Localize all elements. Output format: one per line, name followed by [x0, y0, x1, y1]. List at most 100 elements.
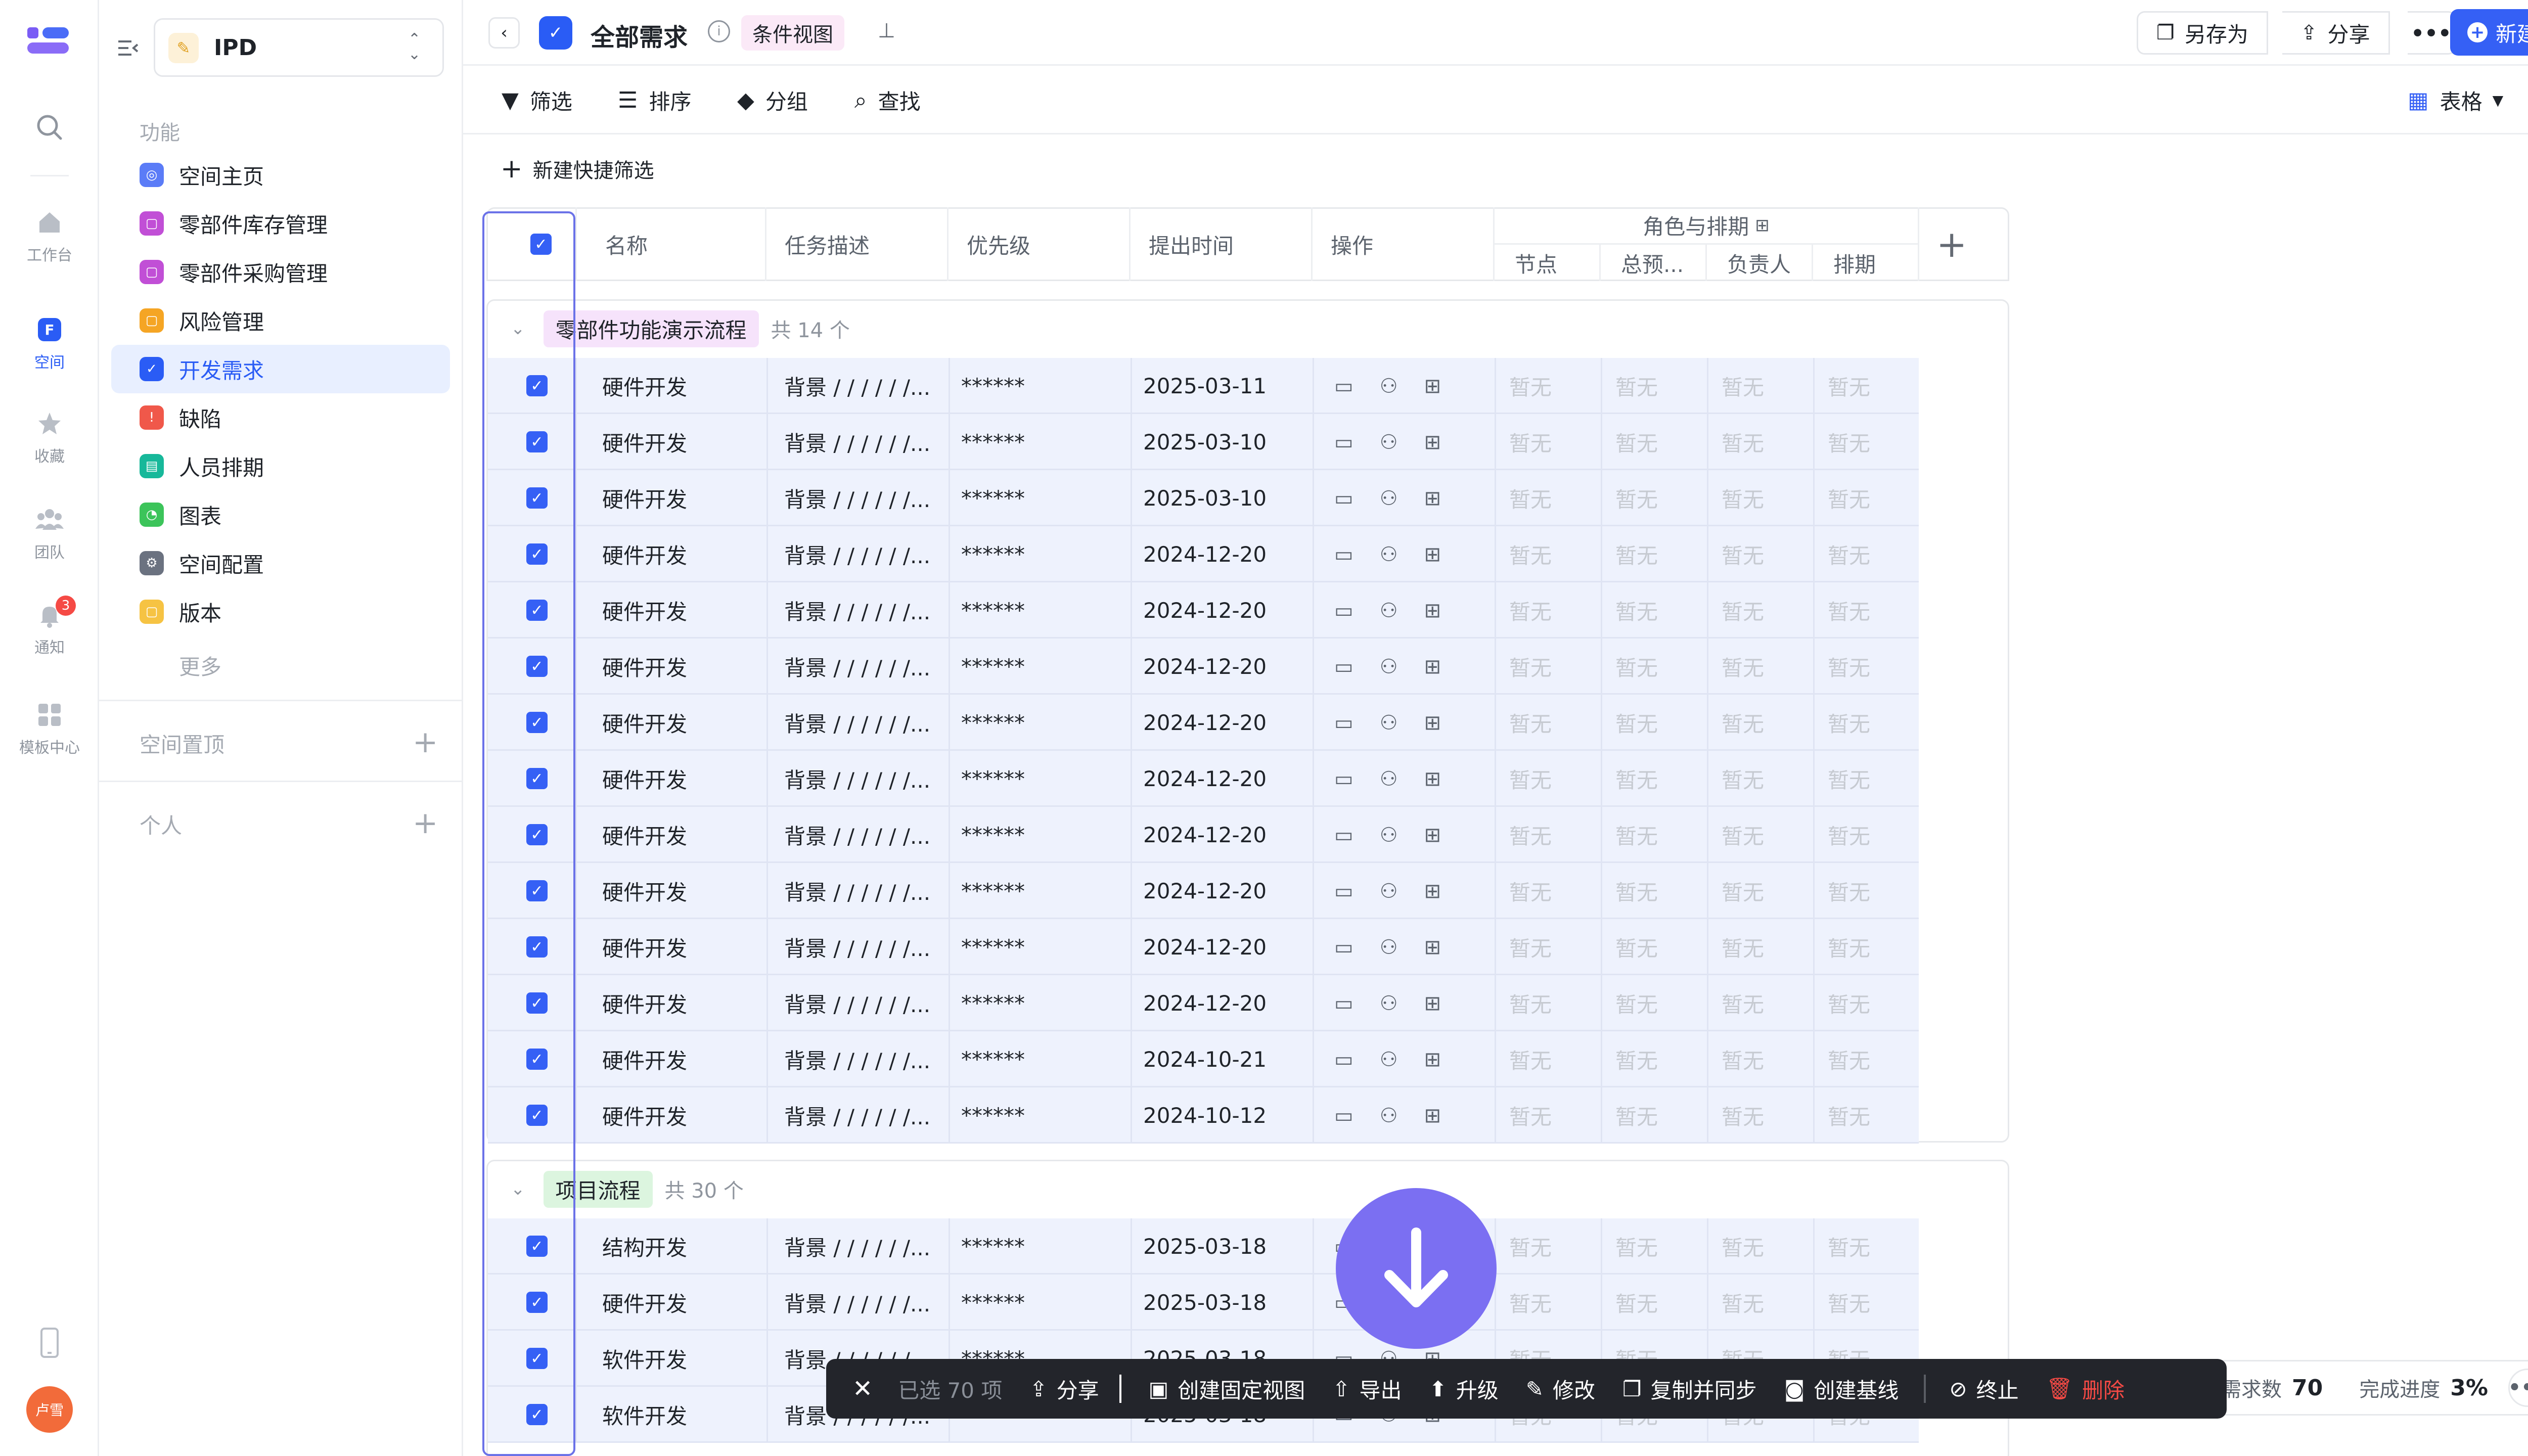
export-button[interactable]: ⇧ 导出 — [1332, 1374, 1402, 1404]
cell-desc[interactable]: 背景 / / / / / /... — [766, 358, 949, 414]
cell-placeholder[interactable]: 暂无 — [1813, 751, 1919, 807]
delete-button[interactable]: 🗑 删除 — [2046, 1374, 2125, 1404]
cell-name[interactable]: 硬件开发 — [575, 695, 766, 751]
cell-priority[interactable]: ****** — [949, 863, 1131, 919]
cell-placeholder[interactable]: 暂无 — [1707, 1087, 1813, 1144]
info-icon[interactable]: i — [708, 20, 730, 42]
cell-placeholder[interactable]: 暂无 — [1707, 695, 1813, 751]
bookmark-add-icon[interactable]: ⊞ — [1424, 655, 1441, 678]
cell-desc[interactable]: 背景 / / / / / /... — [766, 751, 949, 807]
cell-placeholder[interactable]: 暂无 — [1707, 919, 1813, 975]
cell-desc[interactable]: 背景 / / / / / /... — [766, 919, 949, 975]
cell-placeholder[interactable]: 暂无 — [1601, 470, 1707, 526]
users-icon[interactable]: ⚇ — [1380, 936, 1398, 959]
bookmark-add-icon[interactable]: ⊞ — [1424, 487, 1441, 510]
cell-desc[interactable]: 背景 / / / / / /... — [766, 975, 949, 1031]
cell-date[interactable]: 2024-12-20 — [1131, 695, 1313, 751]
cell-date[interactable]: 2025-03-18 — [1131, 1275, 1313, 1331]
cell-placeholder[interactable]: 暂无 — [1495, 1218, 1601, 1275]
users-icon[interactable]: ⚇ — [1380, 375, 1398, 398]
cell-placeholder[interactable]: 暂无 — [1813, 1218, 1919, 1275]
cell-priority[interactable]: ****** — [949, 919, 1131, 975]
cell-name[interactable]: 硬件开发 — [575, 582, 766, 639]
bookmark-add-icon[interactable]: ⊞ — [1424, 375, 1441, 398]
users-icon[interactable]: ⚇ — [1380, 992, 1398, 1015]
app-logo[interactable] — [27, 25, 70, 61]
cell-name[interactable]: 硬件开发 — [575, 751, 766, 807]
cell-desc[interactable]: 背景 / / / / / /... — [766, 582, 949, 639]
upgrade-button[interactable]: ⬆ 升级 — [1429, 1374, 1499, 1404]
cell-placeholder[interactable]: 暂无 — [1601, 1275, 1707, 1331]
cell-placeholder[interactable]: 暂无 — [1601, 919, 1707, 975]
new-quick-filter-button[interactable]: + 新建快捷筛选 — [501, 154, 654, 184]
col-ops[interactable]: 操作 — [1313, 207, 1495, 281]
cell-desc[interactable]: 背景 / / / / / /... — [766, 639, 949, 695]
cell-date[interactable]: 2025-03-10 — [1131, 470, 1313, 526]
search-icon[interactable] — [33, 111, 66, 144]
cell-priority[interactable]: ****** — [949, 1031, 1131, 1087]
bulk-share-button[interactable]: ⇪ 分享 — [1029, 1374, 1099, 1404]
rail-notifications[interactable]: 3 通知 — [0, 596, 99, 657]
cell-priority[interactable]: ****** — [949, 807, 1131, 863]
col-schedule[interactable]: 排期 — [1813, 245, 1919, 281]
cell-name[interactable]: 硬件开发 — [575, 358, 766, 414]
users-icon[interactable]: ⚇ — [1380, 487, 1398, 510]
comment-icon[interactable]: ▭ — [1334, 711, 1353, 735]
comment-icon[interactable]: ▭ — [1334, 1104, 1353, 1127]
bookmark-add-icon[interactable]: ⊞ — [1424, 880, 1441, 903]
col-date[interactable]: 提出时间 — [1131, 207, 1313, 281]
cell-placeholder[interactable]: 暂无 — [1601, 1218, 1707, 1275]
cell-name[interactable]: 硬件开发 — [575, 1031, 766, 1087]
bookmark-add-icon[interactable]: ⊞ — [1424, 1104, 1441, 1127]
cell-placeholder[interactable]: 暂无 — [1495, 470, 1601, 526]
cell-placeholder[interactable]: 暂无 — [1813, 919, 1919, 975]
pinned-section[interactable]: 空间置顶 — [140, 728, 224, 759]
view-switch[interactable]: ▦ 表格 ▼ — [2408, 86, 2503, 114]
users-icon[interactable]: ⚇ — [1380, 880, 1398, 903]
sidebar-item-space-config[interactable]: ⚙ 空间配置 — [111, 539, 450, 587]
cell-placeholder[interactable]: 暂无 — [1813, 975, 1919, 1031]
comment-icon[interactable]: ▭ — [1334, 1048, 1353, 1071]
rail-templates[interactable]: 模板中心 — [0, 700, 99, 757]
cell-placeholder[interactable]: 暂无 — [1495, 358, 1601, 414]
space-selector[interactable]: ✎ IPD ⌃ ⌄ — [154, 18, 444, 77]
add-column-button[interactable]: + — [1936, 221, 1967, 267]
cell-date[interactable]: 2024-12-20 — [1131, 751, 1313, 807]
comment-icon[interactable]: ▭ — [1334, 599, 1353, 622]
cell-placeholder[interactable]: 暂无 — [1707, 975, 1813, 1031]
users-icon[interactable]: ⚇ — [1380, 543, 1398, 566]
share-button[interactable]: ⇪ 分享 — [2282, 11, 2390, 55]
cell-desc[interactable]: 背景 / / / / / /... — [766, 807, 949, 863]
stats-more-button[interactable]: ••• — [2508, 1369, 2528, 1407]
users-icon[interactable]: ⚇ — [1380, 711, 1398, 735]
cell-date[interactable]: 2024-10-12 — [1131, 1087, 1313, 1144]
users-icon[interactable]: ⚇ — [1380, 824, 1398, 847]
cell-name[interactable]: 硬件开发 — [575, 1275, 766, 1331]
cell-placeholder[interactable]: 暂无 — [1495, 863, 1601, 919]
cell-placeholder[interactable]: 暂无 — [1601, 975, 1707, 1031]
comment-icon[interactable]: ▭ — [1334, 655, 1353, 678]
scroll-down-button[interactable] — [1336, 1188, 1497, 1349]
rail-space[interactable]: F 空间 — [0, 314, 99, 372]
cell-placeholder[interactable]: 暂无 — [1707, 582, 1813, 639]
cell-date[interactable]: 2024-12-20 — [1131, 582, 1313, 639]
cell-priority[interactable]: ****** — [949, 470, 1131, 526]
cell-placeholder[interactable]: 暂无 — [1813, 863, 1919, 919]
cell-priority[interactable]: ****** — [949, 1087, 1131, 1144]
add-pinned-icon[interactable]: + — [413, 727, 438, 757]
bookmark-add-icon[interactable]: ⊞ — [1424, 1048, 1441, 1071]
cell-desc[interactable]: 背景 / / / / / /... — [766, 863, 949, 919]
cell-placeholder[interactable]: 暂无 — [1601, 639, 1707, 695]
cell-placeholder[interactable]: 暂无 — [1495, 1087, 1601, 1144]
copy-sync-button[interactable]: ❐ 复制并同步 — [1622, 1374, 1757, 1404]
bookmark-add-icon[interactable]: ⊞ — [1424, 767, 1441, 791]
cell-placeholder[interactable]: 暂无 — [1707, 1031, 1813, 1087]
users-icon[interactable]: ⚇ — [1380, 655, 1398, 678]
cell-priority[interactable]: ****** — [949, 695, 1131, 751]
edit-button[interactable]: ✎ 修改 — [1526, 1374, 1595, 1404]
comment-icon[interactable]: ▭ — [1334, 431, 1353, 454]
cell-placeholder[interactable]: 暂无 — [1495, 1275, 1601, 1331]
col-priority[interactable]: 优先级 — [949, 207, 1131, 281]
cell-desc[interactable]: 背景 / / / / / /... — [766, 1031, 949, 1087]
new-button[interactable]: + 新建 — [2450, 9, 2528, 56]
